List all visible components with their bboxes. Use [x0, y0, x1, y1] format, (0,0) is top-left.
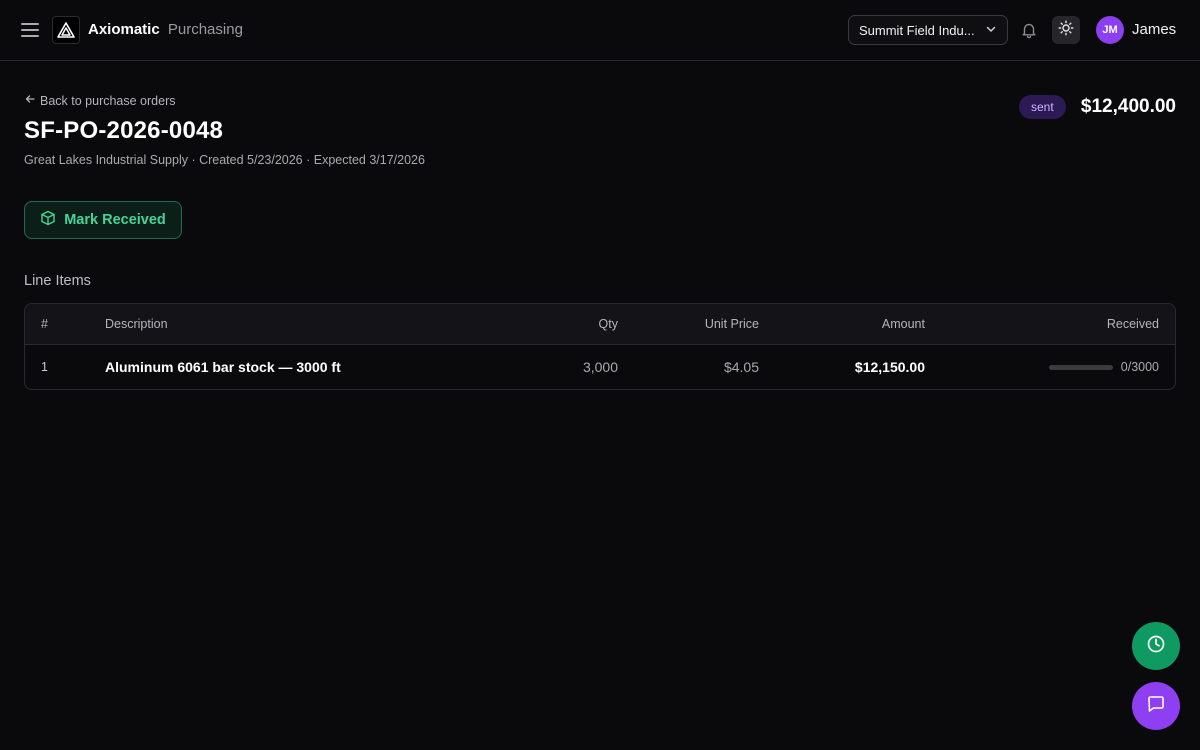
chat-icon [1146, 694, 1166, 719]
po-total: $12,400.00 [1080, 96, 1176, 117]
received-count: 0/3000 [1120, 360, 1159, 374]
bell-icon[interactable] [1020, 21, 1038, 39]
user-name[interactable]: James [1132, 21, 1176, 38]
column-header-amount: Amount [881, 317, 925, 331]
line-items-title: Line Items [24, 273, 91, 289]
chevron-down-icon [985, 23, 997, 38]
back-link-label: Back to purchase orders [40, 93, 176, 108]
chat-button[interactable] [1132, 682, 1180, 730]
status-badge: sent [1019, 95, 1066, 119]
sun-icon [1058, 20, 1074, 41]
row-amount: $12,150.00 [854, 359, 925, 375]
column-header-description: Description [105, 317, 168, 331]
received-progress-bar [1048, 364, 1113, 370]
clock-icon [1146, 634, 1166, 659]
top-bar: Axiomatic Purchasing Summit Field Indu..… [0, 0, 1200, 61]
package-icon [40, 210, 56, 230]
row-qty: 3,000 [582, 359, 618, 375]
row-description: Aluminum 6061 bar stock — 3000 ft [105, 359, 341, 375]
table-row: 1 Aluminum 6061 bar stock — 3000 ft 3,00… [25, 345, 1175, 389]
module-name: Purchasing [167, 21, 243, 38]
organization-select[interactable]: Summit Field Indu... [848, 15, 1008, 45]
page-title: SF-PO-2026-0048 [24, 117, 224, 144]
table-header: # Description Qty Unit Price Amount Rece… [25, 304, 1175, 345]
back-to-purchase-orders-link[interactable]: Back to purchase orders [24, 93, 176, 108]
line-items-table: # Description Qty Unit Price Amount Rece… [24, 303, 1176, 390]
po-meta: Great Lakes Industrial Supply · Created … [24, 153, 425, 167]
row-received: 0/3000 [1048, 345, 1159, 389]
history-button[interactable] [1132, 622, 1180, 670]
menu-icon[interactable] [20, 20, 40, 40]
row-unit-price: $4.05 [723, 359, 759, 375]
mark-received-label: Mark Received [64, 212, 166, 228]
theme-toggle-button[interactable] [1052, 16, 1080, 44]
column-header-unit-price: Unit Price [704, 317, 759, 331]
app-brand: Axiomatic Purchasing [88, 21, 243, 38]
mark-received-button[interactable]: Mark Received [24, 201, 182, 239]
column-header-qty: Qty [598, 317, 618, 331]
logo-icon[interactable] [52, 16, 80, 44]
brand-name: Axiomatic [88, 21, 160, 38]
row-num: 1 [41, 360, 48, 374]
column-header-num: # [41, 317, 48, 331]
arrow-left-icon [24, 93, 36, 108]
column-header-received: Received [1106, 317, 1159, 331]
avatar[interactable]: JM [1096, 16, 1124, 44]
organization-select-value: Summit Field Indu... [859, 22, 975, 38]
